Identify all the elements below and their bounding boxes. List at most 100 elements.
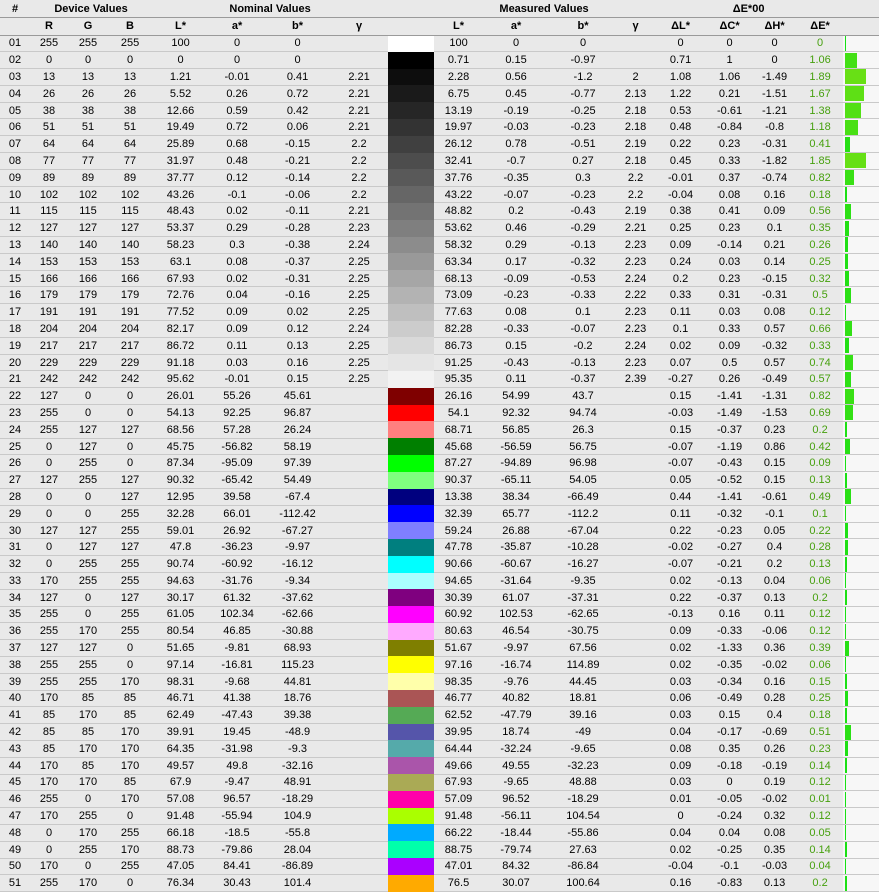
row-number: 15 xyxy=(0,270,30,287)
delta-e-bar-cell xyxy=(843,824,879,841)
delta-c-value: -0.1 xyxy=(707,858,752,875)
delta-e-bar-cell xyxy=(843,69,879,86)
delta-h-value: 0.15 xyxy=(752,455,797,472)
measured-gamma-value xyxy=(617,656,654,673)
patch-row: 221270026.0155.2645.6126.1654.9943.70.15… xyxy=(0,388,879,405)
device-b-value: 170 xyxy=(108,740,152,757)
row-number: 44 xyxy=(0,757,30,774)
delta-e-bar xyxy=(845,254,848,269)
measured-b-value: -0.37 xyxy=(549,371,617,388)
delta-e-bar-cell xyxy=(843,337,879,354)
delta-e-bar-cell xyxy=(843,169,879,186)
nominal-b-value: 0.02 xyxy=(265,304,330,321)
device-r-value: 0 xyxy=(30,505,68,522)
delta-e-bar xyxy=(845,389,854,404)
nominal-b-value: -0.06 xyxy=(265,186,330,203)
color-swatch xyxy=(388,69,434,86)
col-header-delta-l: ΔL* xyxy=(654,18,707,36)
device-b-value: 51 xyxy=(108,119,152,136)
delta-e-bar xyxy=(845,691,848,706)
delta-e-bar-cell xyxy=(843,237,879,254)
device-b-value: 204 xyxy=(108,321,152,338)
nominal-a-value: 0.11 xyxy=(209,337,265,354)
measured-l-value: 26.16 xyxy=(434,388,483,405)
measured-b-value: -49 xyxy=(549,724,617,741)
delta-l-value: 0.03 xyxy=(654,774,707,791)
measured-l-value: 46.77 xyxy=(434,690,483,707)
delta-h-value: -0.03 xyxy=(752,858,797,875)
nominal-a-value: 41.38 xyxy=(209,690,265,707)
patch-row: 37127127051.65-9.8168.9351.67-9.9767.560… xyxy=(0,640,879,657)
delta-c-value: -0.33 xyxy=(707,623,752,640)
delta-e-value: 1.85 xyxy=(797,153,843,170)
delta-c-value: -0.14 xyxy=(707,237,752,254)
nominal-l-value: 37.77 xyxy=(152,169,209,186)
nominal-gamma-value xyxy=(330,875,388,892)
device-g-value: 127 xyxy=(68,522,108,539)
measured-gamma-value xyxy=(617,623,654,640)
measured-l-value: 45.68 xyxy=(434,438,483,455)
nominal-gamma-value xyxy=(330,405,388,422)
measured-b-value: 0.27 xyxy=(549,153,617,170)
device-b-value: 179 xyxy=(108,287,152,304)
device-r-value: 51 xyxy=(30,119,68,136)
nominal-a-value: -0.1 xyxy=(209,186,265,203)
measured-l-value: 94.65 xyxy=(434,573,483,590)
color-swatch xyxy=(388,270,434,287)
delta-h-value: -0.8 xyxy=(752,119,797,136)
nominal-gamma-value xyxy=(330,774,388,791)
measured-b-value: -67.04 xyxy=(549,522,617,539)
delta-h-value: 0.11 xyxy=(752,606,797,623)
patch-row: 020000000.710.15-0.970.71101.06 xyxy=(0,52,879,69)
measured-a-value: -16.74 xyxy=(483,656,549,673)
measured-b-value: -9.65 xyxy=(549,740,617,757)
delta-l-value: -0.04 xyxy=(654,186,707,203)
nominal-gamma-value: 2.25 xyxy=(330,354,388,371)
nominal-gamma-value xyxy=(330,690,388,707)
device-b-value: 0 xyxy=(108,438,152,455)
measured-gamma-value xyxy=(617,556,654,573)
delta-e-bar xyxy=(845,221,849,236)
delta-h-value: 0.28 xyxy=(752,690,797,707)
measured-b-value: -0.29 xyxy=(549,220,617,237)
measured-l-value: 86.73 xyxy=(434,337,483,354)
device-b-value: 0 xyxy=(108,640,152,657)
patch-row: 1212712712753.370.29-0.282.2353.620.46-0… xyxy=(0,220,879,237)
nominal-b-value: 0 xyxy=(265,52,330,69)
measured-l-value: 48.82 xyxy=(434,203,483,220)
delta-e-value: 1.06 xyxy=(797,52,843,69)
measured-a-value: -0.19 xyxy=(483,102,549,119)
device-r-value: 127 xyxy=(30,640,68,657)
device-r-value: 255 xyxy=(30,656,68,673)
device-g-value: 204 xyxy=(68,321,108,338)
nominal-b-value: -62.66 xyxy=(265,606,330,623)
row-number: 01 xyxy=(0,35,30,52)
color-swatch xyxy=(388,757,434,774)
delta-c-value: 0.15 xyxy=(707,707,752,724)
measured-l-value: 32.39 xyxy=(434,505,483,522)
nominal-b-value: 101.4 xyxy=(265,875,330,892)
measured-gamma-value: 2 xyxy=(617,69,654,86)
measured-l-value: 54.1 xyxy=(434,405,483,422)
device-b-value: 0 xyxy=(108,455,152,472)
device-b-value: 85 xyxy=(108,707,152,724)
nominal-l-value: 26.01 xyxy=(152,388,209,405)
device-r-value: 170 xyxy=(30,573,68,590)
measured-gamma-value: 2.18 xyxy=(617,102,654,119)
measured-b-value: -0.13 xyxy=(549,237,617,254)
device-g-value: 0 xyxy=(68,405,108,422)
nominal-a-value: -9.81 xyxy=(209,640,265,657)
measured-b-value: 94.74 xyxy=(549,405,617,422)
row-number: 25 xyxy=(0,438,30,455)
delta-c-value: 0.33 xyxy=(707,153,752,170)
device-g-value: 255 xyxy=(68,35,108,52)
color-swatch xyxy=(388,606,434,623)
nominal-b-value: 58.19 xyxy=(265,438,330,455)
measured-gamma-value xyxy=(617,640,654,657)
delta-l-value: 0.45 xyxy=(654,153,707,170)
delta-l-value: -0.01 xyxy=(654,169,707,186)
color-swatch xyxy=(388,455,434,472)
device-b-value: 127 xyxy=(108,539,152,556)
delta-h-value: 0.4 xyxy=(752,707,797,724)
measured-gamma-value: 2.13 xyxy=(617,85,654,102)
